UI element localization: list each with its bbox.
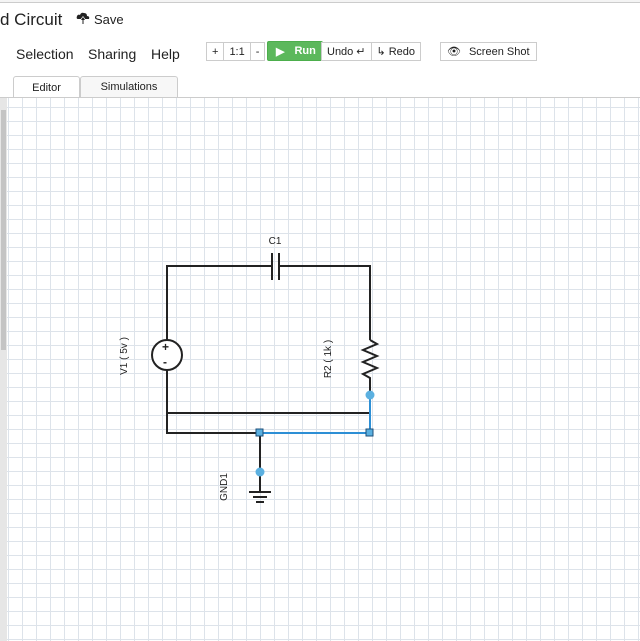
wire-handle[interactable] <box>255 428 264 437</box>
wire-top[interactable] <box>166 265 371 340</box>
wire-handle[interactable] <box>365 428 374 437</box>
ground-terminal[interactable] <box>255 467 265 477</box>
label-c1: C1 <box>269 236 282 247</box>
resistor-terminal[interactable] <box>365 390 375 400</box>
resistor-r2[interactable] <box>360 339 380 395</box>
label-r2: R2 ( 1k ) <box>323 340 334 378</box>
wire-left-bottom[interactable] <box>166 370 260 434</box>
label-gnd1: GND1 <box>219 473 230 501</box>
capacitor-c1[interactable] <box>271 253 280 280</box>
circuit-schematic: + - C1 V1 ( 5v ) R2 ( 1k ) GND1 <box>119 236 380 503</box>
minus-sign: - <box>163 355 167 369</box>
label-v1: V1 ( 5v ) <box>119 337 130 375</box>
plus-sign: + <box>162 340 169 354</box>
